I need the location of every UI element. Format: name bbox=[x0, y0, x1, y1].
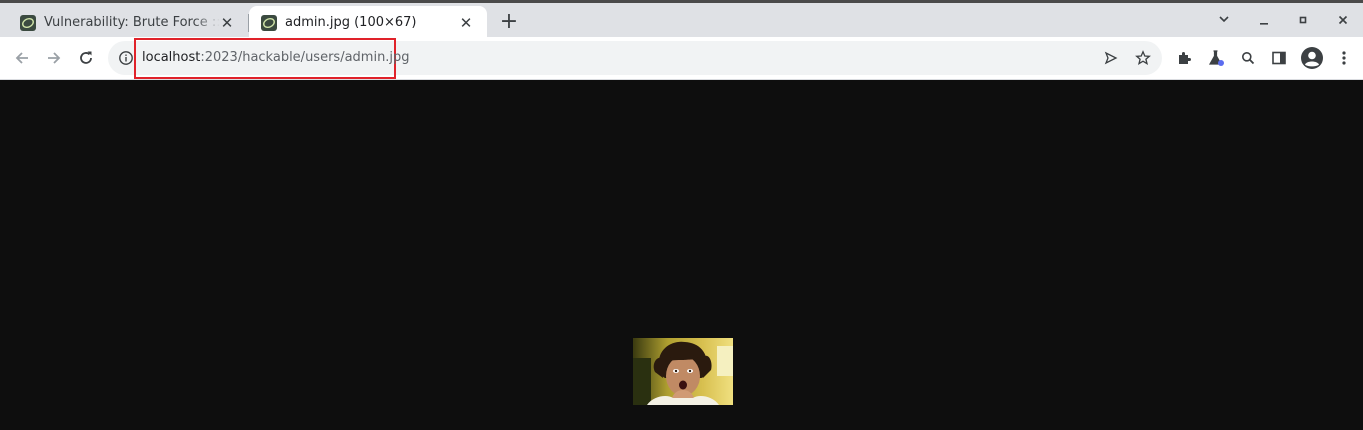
url-path: :2023/hackable/users/admin.jpg bbox=[200, 50, 410, 65]
arrow-left-icon[interactable] bbox=[10, 46, 34, 70]
tab-title: Vulnerability: Brute Force :: Damn Vulne… bbox=[44, 15, 220, 30]
browser-chrome: Vulnerability: Brute Force :: Damn Vulne… bbox=[0, 0, 1363, 80]
info-icon[interactable] bbox=[118, 50, 134, 66]
tab-admin-jpg[interactable]: admin.jpg (100×67) ✕ bbox=[249, 6, 487, 40]
search-icon[interactable] bbox=[1238, 48, 1258, 68]
tab-strip: Vulnerability: Brute Force :: Damn Vulne… bbox=[0, 0, 1363, 40]
close-tab-icon[interactable]: ✕ bbox=[218, 14, 236, 32]
tab-title: admin.jpg (100×67) bbox=[285, 15, 417, 30]
tab-brute-force[interactable]: Vulnerability: Brute Force :: Damn Vulne… bbox=[8, 6, 248, 40]
dvwa-icon bbox=[20, 15, 36, 31]
toolbar: localhost:2023/hackable/users/admin.jpg bbox=[0, 37, 1363, 80]
maximize-icon[interactable] bbox=[1293, 12, 1313, 32]
close-window-icon[interactable] bbox=[1333, 12, 1353, 32]
image-viewer bbox=[0, 80, 1363, 430]
arrow-right-icon[interactable] bbox=[42, 46, 66, 70]
profile-icon[interactable] bbox=[1300, 46, 1324, 70]
minimize-icon[interactable] bbox=[1254, 12, 1274, 32]
admin-photo[interactable] bbox=[633, 338, 733, 405]
address-bar[interactable]: localhost:2023/hackable/users/admin.jpg bbox=[108, 38, 1162, 79]
close-tab-icon[interactable]: ✕ bbox=[457, 14, 475, 32]
url-text[interactable]: localhost:2023/hackable/users/admin.jpg bbox=[142, 50, 410, 66]
puzzle-icon[interactable] bbox=[1174, 48, 1194, 68]
new-tab-button[interactable]: + bbox=[498, 11, 520, 34]
tab-search-chevron-icon[interactable] bbox=[1214, 12, 1234, 32]
kebab-menu-icon[interactable] bbox=[1334, 48, 1354, 68]
reload-icon[interactable] bbox=[74, 46, 98, 70]
flask-icon[interactable] bbox=[1206, 48, 1226, 68]
send-icon[interactable] bbox=[1102, 49, 1120, 67]
url-host: localhost bbox=[142, 50, 201, 65]
dvwa-icon bbox=[261, 15, 277, 31]
side-panel-icon[interactable] bbox=[1269, 48, 1289, 68]
star-icon[interactable] bbox=[1134, 49, 1152, 67]
